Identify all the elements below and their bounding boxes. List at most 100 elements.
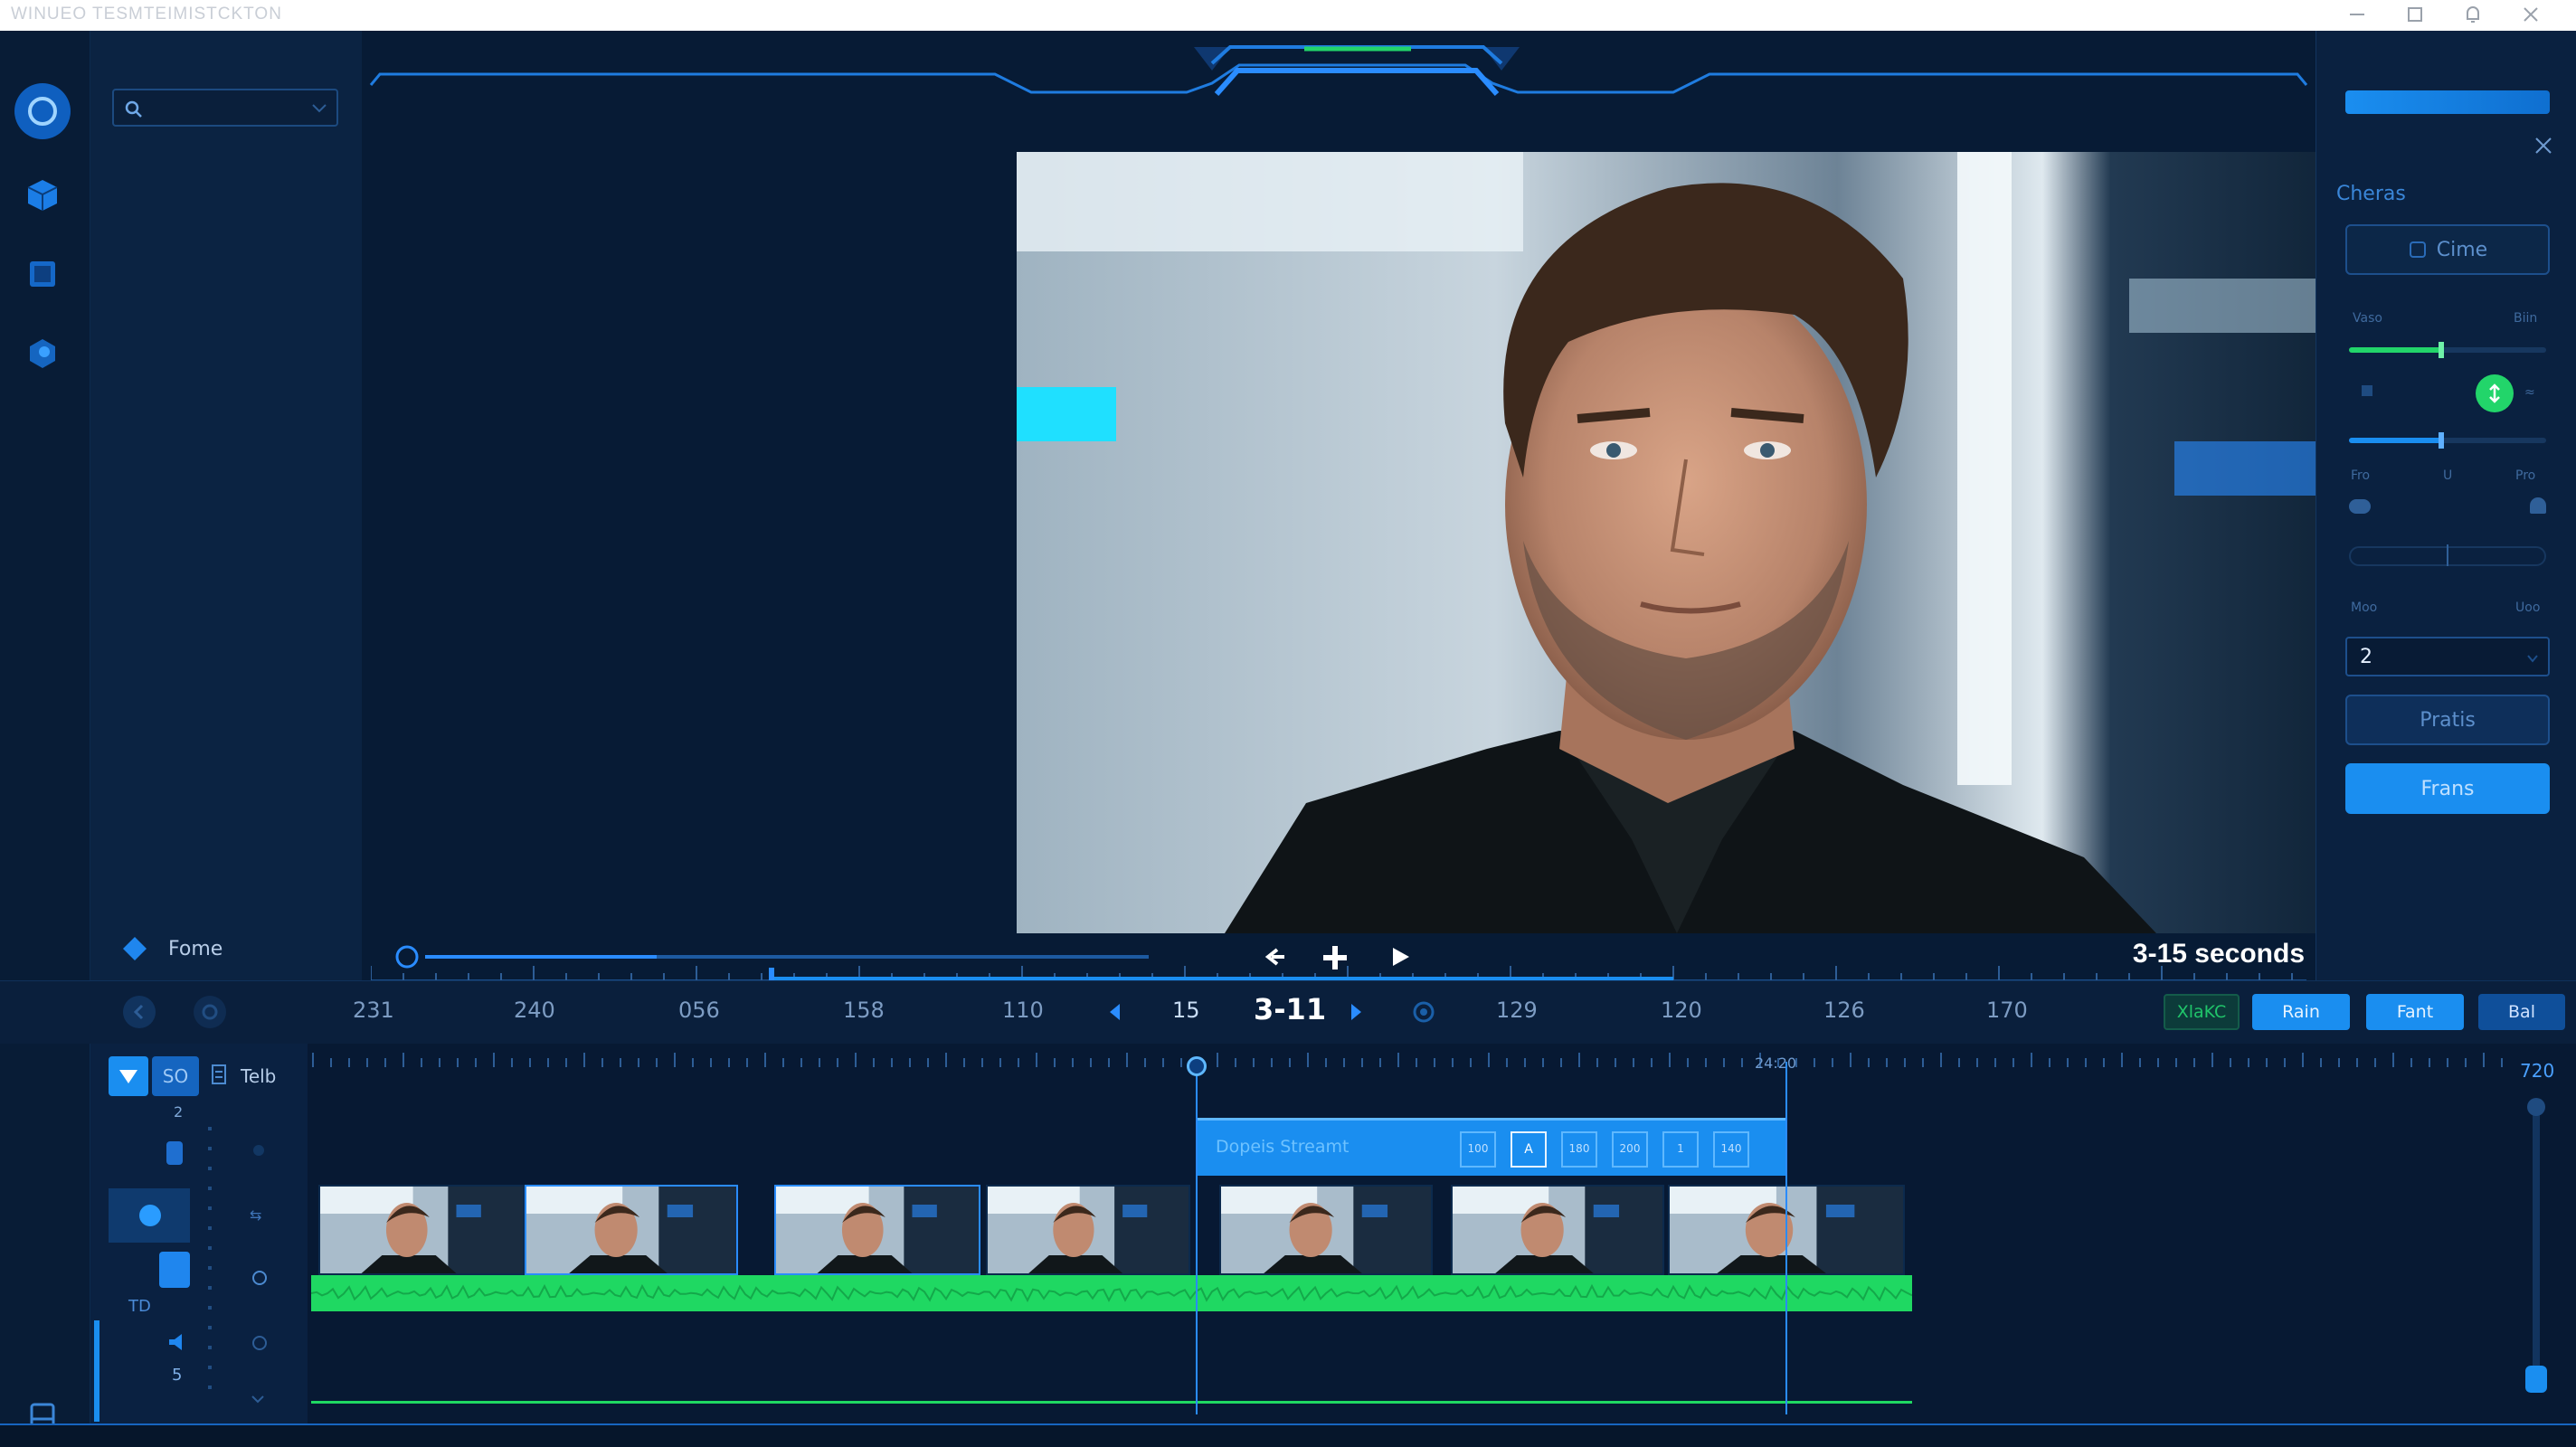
track-lock-icon[interactable] (166, 1141, 183, 1165)
track-mute-dot[interactable] (253, 1145, 264, 1156)
rain-button[interactable]: Rain (2252, 994, 2350, 1030)
collapse-button[interactable] (109, 1056, 148, 1096)
cube-icon (2409, 241, 2426, 258)
diamond-icon (123, 937, 147, 960)
fant-button[interactable]: Fant (2366, 994, 2464, 1030)
transport-bar: 231 240 056 158 110 15 3-11 129 120 126 … (0, 980, 2576, 1044)
selected-track-header[interactable] (109, 1188, 190, 1243)
out-marker[interactable] (1785, 1062, 1787, 1414)
xlakc-button[interactable]: XlaKC (2164, 994, 2240, 1030)
video-preview[interactable] (1017, 152, 2384, 933)
track-controls: SO Telb 2 ⇆ TD 5 (90, 1044, 308, 1423)
tick-label: 158 (843, 998, 885, 1023)
track-td-label: TD (128, 1297, 151, 1316)
chevron-down-icon[interactable] (250, 1393, 266, 1407)
xlakc-button-label: XlaKC (2176, 1002, 2227, 1022)
tick-label: 120 (1661, 998, 1702, 1023)
sync-toggle[interactable] (2476, 374, 2514, 412)
option-row (2349, 496, 2546, 517)
speaker-icon[interactable] (166, 1331, 188, 1353)
record-icon[interactable] (14, 83, 71, 139)
track-number: 5 (172, 1366, 183, 1385)
section-title: Cheras (2336, 183, 2406, 205)
clip-action[interactable]: 100 (1460, 1131, 1496, 1168)
video-clip[interactable] (986, 1185, 1190, 1275)
pratis-button[interactable]: Pratis (2345, 695, 2550, 745)
clip-action[interactable]: 200 (1612, 1131, 1648, 1168)
sidebar-item-home[interactable]: Fome (121, 935, 223, 962)
bal-button-label: Bal (2508, 1002, 2535, 1022)
so-button-label: SO (162, 1065, 189, 1087)
video-clip[interactable] (1219, 1185, 1433, 1275)
video-clip[interactable] (318, 1185, 525, 1275)
clip-action[interactable]: 140 (1713, 1131, 1749, 1168)
clip-action[interactable]: A (1511, 1131, 1547, 1168)
cube-icon[interactable] (14, 166, 71, 222)
clip-action[interactable]: 180 (1561, 1131, 1597, 1168)
video-frame-image (1017, 152, 2384, 933)
tick-label: 126 (1823, 998, 1865, 1023)
track-number: 2 (174, 1103, 184, 1121)
arrows-icon (2489, 383, 2500, 403)
loop-icon[interactable] (250, 1333, 270, 1353)
document-icon (212, 1064, 226, 1084)
square-icon[interactable] (14, 246, 71, 302)
video-clip[interactable] (774, 1185, 980, 1275)
chevron-down-icon (312, 104, 327, 113)
search-input[interactable] (112, 89, 338, 127)
refresh-icon[interactable] (250, 1268, 270, 1288)
pratis-button-label: Pratis (2420, 708, 2476, 732)
slider-2[interactable] (2349, 432, 2546, 449)
ruler-end-label: 720 (2520, 1060, 2555, 1082)
shape-icon[interactable] (14, 326, 71, 382)
visibility-icon[interactable] (139, 1205, 161, 1226)
timeline-scrollbar[interactable] (2525, 1098, 2547, 1393)
option-dot[interactable] (2362, 385, 2372, 396)
next-frame-icon[interactable] (1350, 1001, 1364, 1023)
value-select[interactable]: 2 (2345, 637, 2550, 676)
prev-frame-icon[interactable] (1107, 1001, 1122, 1023)
tick-label: 170 (1986, 998, 2028, 1023)
close-icon[interactable] (2502, 1, 2560, 28)
bell-icon[interactable] (2444, 1, 2502, 28)
rain-button-label: Rain (2282, 1002, 2320, 1022)
tick-label: 240 (514, 998, 555, 1023)
audio-line (311, 1401, 1912, 1404)
audio-track-icon[interactable] (159, 1252, 190, 1288)
cube-button-label: Cime (2436, 238, 2488, 261)
window-title: WINUEO TESMTEIMISTCKTON (11, 5, 282, 24)
sidebar-item-label: Fome (168, 937, 223, 960)
frans-button-label: Frans (2420, 777, 2475, 800)
target-icon[interactable] (1411, 999, 1436, 1025)
toggle-right[interactable] (2530, 497, 2546, 514)
range-slider[interactable] (2349, 544, 2546, 566)
slider-1[interactable] (2349, 342, 2546, 358)
maximize-icon[interactable] (2386, 1, 2444, 28)
bal-button[interactable]: Bal (2478, 994, 2565, 1030)
cube-button[interactable]: Cime (2345, 224, 2550, 275)
video-clip[interactable] (1451, 1185, 1664, 1275)
frans-button[interactable]: Frans (2345, 763, 2550, 814)
track-link-icon[interactable]: ⇆ (250, 1206, 261, 1224)
label-row2-a: Fro (2351, 468, 2371, 483)
clip-action[interactable]: 1 (1662, 1131, 1699, 1168)
fant-button-label: Fant (2396, 1002, 2434, 1022)
video-clip[interactable] (525, 1185, 738, 1275)
settings-icon[interactable] (194, 996, 226, 1028)
timeline: SO Telb 2 ⇆ TD 5 720 24:20 Dopeis Stream… (90, 1044, 2576, 1423)
minimize-icon[interactable] (2328, 1, 2386, 28)
effect-clip[interactable]: Dopeis Streamt 100 A 180 200 1 140 (1198, 1118, 1787, 1176)
viewer-panel: 3-15 seconds (362, 31, 2384, 989)
toggle-left[interactable] (2349, 499, 2371, 514)
playhead[interactable] (1196, 1062, 1198, 1414)
close-icon[interactable] (2533, 136, 2553, 156)
back-icon[interactable] (123, 996, 156, 1028)
chevron-down-icon (2527, 655, 2538, 663)
search-icon (125, 100, 142, 118)
audio-waveform[interactable] (311, 1275, 1912, 1311)
so-button[interactable]: SO (152, 1056, 199, 1096)
playhead-handle[interactable] (1187, 1056, 1207, 1076)
tick-label: 15 (1172, 998, 1200, 1023)
slider-label-left: Vaso (2353, 311, 2382, 326)
tick-label: 231 (353, 998, 394, 1023)
